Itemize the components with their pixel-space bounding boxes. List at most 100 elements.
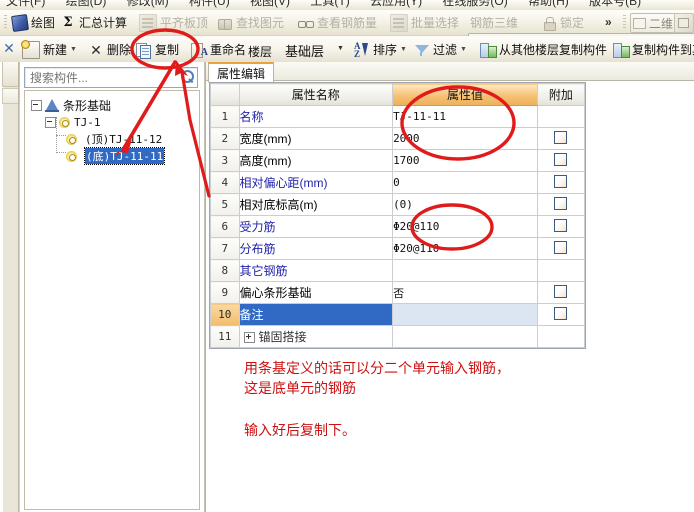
toolbar-button-align-slab-top[interactable]: 平齐板顶 bbox=[137, 13, 210, 32]
search-box[interactable] bbox=[24, 67, 198, 88]
menu-item-view[interactable]: 视图(V) bbox=[250, 0, 290, 9]
property-name: 受力筋 bbox=[238, 215, 394, 238]
attach-checkbox[interactable] bbox=[554, 284, 568, 298]
table-row[interactable]: 5 相对底标高(m) (0) bbox=[210, 193, 586, 216]
property-value[interactable]: (0) bbox=[392, 193, 538, 216]
tree-item-tj-1[interactable]: TJ-1 bbox=[45, 114, 101, 130]
copy-button[interactable]: 复制 bbox=[136, 40, 179, 59]
floor-value[interactable]: 基础层 bbox=[285, 41, 324, 60]
toolbar-button-rebar-3d-label: 钢筋三维 bbox=[470, 16, 519, 30]
toolbar-grip[interactable] bbox=[4, 15, 7, 30]
table-row[interactable]: 1 名称 TJ-11-11 bbox=[210, 105, 586, 128]
table-row[interactable]: 8 其它钢筋 bbox=[210, 259, 586, 282]
menu-item-modify[interactable]: 修改(M) bbox=[127, 0, 169, 9]
table-row[interactable]: 6 受力筋 Φ20@110 bbox=[210, 215, 586, 238]
floor-dropdown-chevron-down-icon[interactable]: ▼ bbox=[337, 45, 344, 52]
toolbar-grip-2[interactable] bbox=[623, 15, 626, 30]
tree-item-tj-11-12[interactable]: (顶)TJ-11-12 bbox=[66, 131, 162, 147]
expander-minus-icon[interactable] bbox=[31, 99, 42, 111]
property-value[interactable] bbox=[392, 325, 538, 348]
toolbar-button-lock[interactable]: 锁定 bbox=[539, 13, 586, 32]
property-grid[interactable]: 属性名称 属性值 附加 1 名称 TJ-11-11 2 宽度(mm) 2000 … bbox=[209, 82, 586, 349]
table-row[interactable]: 7 分布筋 Φ20@110 bbox=[210, 237, 586, 260]
table-row[interactable]: 2 宽度(mm) 2000 bbox=[210, 127, 586, 150]
toolbar-button-summary-calc[interactable]: Σ 汇总计算 bbox=[58, 13, 129, 32]
property-name: 高度(mm) bbox=[238, 149, 394, 172]
search-icon[interactable] bbox=[181, 70, 194, 84]
menu-item-online-service[interactable]: 在线服务(O) bbox=[442, 0, 507, 9]
row-number: 1 bbox=[210, 105, 240, 128]
new-button[interactable]: 新建 ▼ bbox=[21, 39, 77, 59]
attach-cell bbox=[536, 303, 586, 326]
property-value[interactable]: Φ20@110 bbox=[392, 237, 538, 260]
toolbar-button-draw[interactable]: 绘图 bbox=[10, 13, 57, 32]
property-tab-strip: 属性编辑 bbox=[206, 62, 694, 83]
sort-button[interactable]: AZ 排序 ▼ bbox=[354, 40, 407, 59]
table-row[interactable]: 3 高度(mm) 1700 bbox=[210, 149, 586, 172]
property-value[interactable] bbox=[392, 303, 538, 326]
menu-item-draw[interactable]: 绘图(D) bbox=[66, 0, 107, 9]
delete-button[interactable]: ✕ 删除 bbox=[88, 40, 131, 59]
toolbar-button-rebar-3d[interactable]: 钢筋三维 bbox=[465, 13, 694, 51]
row-number: 9 bbox=[210, 281, 240, 304]
attach-checkbox[interactable] bbox=[554, 130, 568, 144]
tree-item-tj-11-11[interactable]: (底)TJ-11-11 bbox=[66, 147, 166, 165]
table-row[interactable]: 4 相对偏心距(mm) 0 bbox=[210, 171, 586, 194]
copy-from-other-floor-button[interactable]: 从其他楼层复制构件 bbox=[480, 40, 607, 59]
tree-item-label: (顶)TJ-11-12 bbox=[85, 133, 163, 146]
property-name: 偏心条形基础 bbox=[238, 281, 394, 304]
filter-button[interactable]: 过滤 ▼ bbox=[414, 40, 467, 59]
tree-item-strip-foundation[interactable]: 条形基础 bbox=[31, 97, 111, 113]
attach-checkbox[interactable] bbox=[554, 152, 568, 166]
align-slab-icon bbox=[139, 13, 157, 32]
tree-connector bbox=[56, 152, 66, 153]
row-number: 2 bbox=[210, 127, 240, 150]
property-value[interactable]: 2000 bbox=[392, 127, 538, 150]
property-value[interactable]: 1700 bbox=[392, 149, 538, 172]
property-value[interactable]: 否 bbox=[392, 281, 538, 304]
property-value[interactable]: 0 bbox=[392, 171, 538, 194]
column-header-property-value[interactable]: 属性值 bbox=[392, 83, 538, 106]
table-row[interactable]: 9 偏心条形基础 否 bbox=[210, 281, 586, 304]
menu-item-version[interactable]: 版本号(B) bbox=[589, 0, 641, 9]
toolbar-overflow-button[interactable]: » bbox=[605, 15, 612, 29]
tree-item-label: TJ-1 bbox=[74, 115, 101, 129]
menu-item-cloud[interactable]: 云应用(Y) bbox=[370, 0, 422, 9]
search-input[interactable] bbox=[28, 69, 172, 86]
chevron-down-icon: ▼ bbox=[460, 46, 467, 53]
property-name-expandable[interactable]: 锚固搭接 bbox=[238, 325, 394, 348]
foundation-icon bbox=[45, 98, 59, 112]
rename-button[interactable]: A 重命名 bbox=[191, 40, 246, 59]
component-tree[interactable]: 条形基础 TJ-1 (顶)TJ-11-12 (底)TJ-11-11 bbox=[24, 90, 200, 510]
property-value[interactable]: Φ20@110 bbox=[392, 215, 538, 238]
table-row-selected[interactable]: 10 备注 bbox=[210, 303, 586, 326]
menu-item-tools[interactable]: 工具(T) bbox=[310, 0, 349, 9]
column-header-property-name[interactable]: 属性名称 bbox=[238, 83, 394, 106]
tab-property-edit[interactable]: 属性编辑 bbox=[208, 62, 275, 83]
property-value[interactable] bbox=[392, 259, 538, 282]
attach-checkbox[interactable] bbox=[554, 306, 568, 320]
menu-item-file[interactable]: 文件(F) bbox=[6, 0, 45, 9]
close-icon[interactable]: ✕ bbox=[2, 41, 16, 55]
tree-item-selected[interactable]: (底)TJ-11-11 bbox=[83, 147, 166, 165]
toolbar-button-batch-select[interactable]: 批量选择 bbox=[388, 13, 461, 32]
cube-icon[interactable] bbox=[674, 13, 694, 33]
menu-item-help[interactable]: 帮助(H) bbox=[528, 0, 569, 9]
property-name-label: 锚固搭接 bbox=[258, 330, 307, 344]
floor-label: 楼层 bbox=[248, 45, 273, 59]
property-value[interactable]: TJ-11-11 bbox=[392, 105, 538, 128]
expander-plus-icon[interactable] bbox=[243, 332, 255, 344]
attach-checkbox[interactable] bbox=[554, 240, 568, 254]
column-header-attach[interactable]: 附加 bbox=[536, 83, 586, 106]
copy-to-other-button[interactable]: 复制构件到其 bbox=[613, 40, 694, 59]
attach-checkbox[interactable] bbox=[554, 196, 568, 210]
toolbar-button-find-element-label: 查找图元 bbox=[236, 16, 285, 30]
attach-checkbox[interactable] bbox=[554, 174, 568, 188]
toolbar-button-find-element[interactable]: 查找图元 bbox=[215, 13, 286, 32]
toolbar-button-view-rebar-qty[interactable]: 查看钢筋量 bbox=[296, 13, 379, 32]
expander-minus-icon[interactable] bbox=[45, 116, 56, 128]
menu-item-component[interactable]: 构件(U) bbox=[189, 0, 230, 9]
table-row[interactable]: 11 锚固搭接 bbox=[210, 325, 586, 348]
column-header-rownum[interactable] bbox=[210, 83, 240, 106]
attach-checkbox[interactable] bbox=[554, 218, 568, 232]
